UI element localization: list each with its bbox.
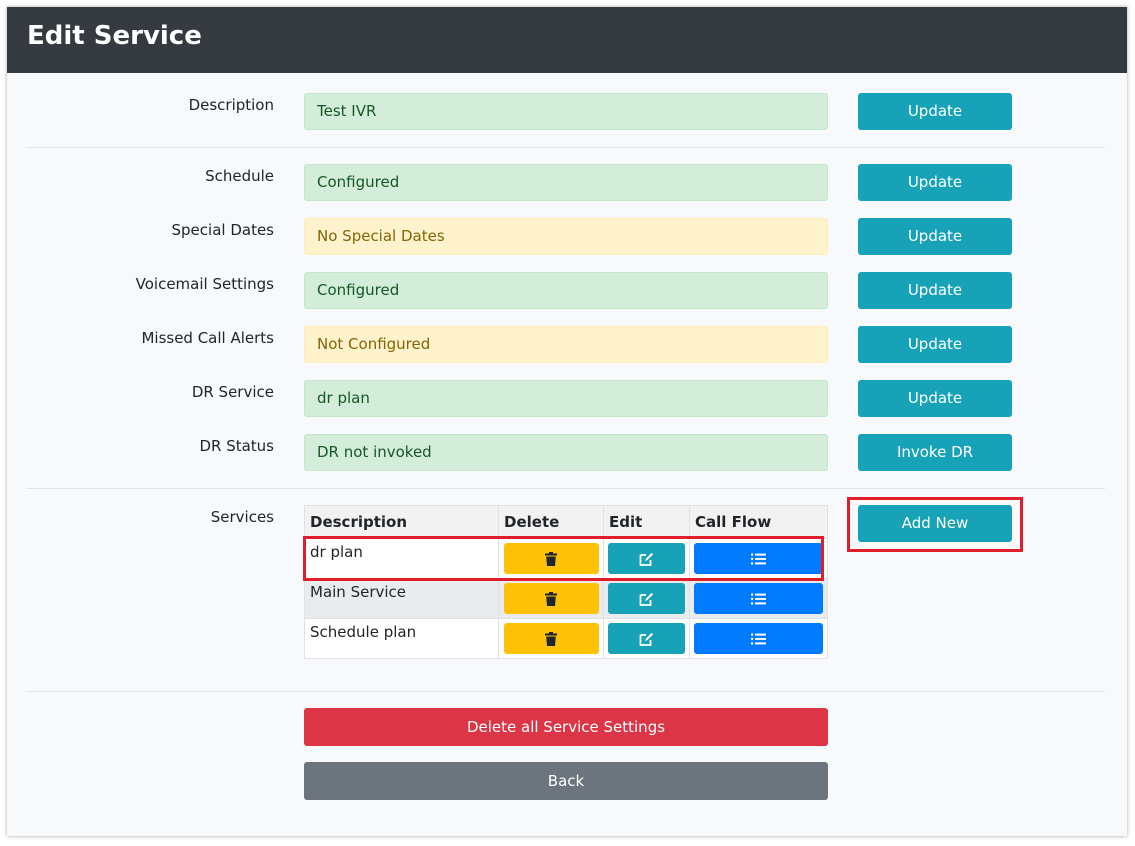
description-field: Test IVR bbox=[304, 93, 828, 130]
divider bbox=[27, 147, 1105, 148]
edit-service-button[interactable] bbox=[608, 543, 685, 574]
schedule-field: Configured bbox=[304, 164, 828, 201]
schedule-label: Schedule bbox=[205, 167, 274, 185]
call-flow-cell bbox=[689, 618, 828, 659]
special-dates-label: Special Dates bbox=[171, 221, 274, 239]
column-header-delete: Delete bbox=[498, 505, 604, 539]
column-header-edit: Edit bbox=[603, 505, 690, 539]
call-flow-cell bbox=[689, 538, 828, 579]
missed-call-alerts-field: Not Configured bbox=[304, 326, 828, 363]
list-icon bbox=[751, 633, 766, 644]
voicemail-settings-label: Voicemail Settings bbox=[135, 275, 274, 293]
delete-service-button[interactable] bbox=[503, 623, 599, 654]
call-flow-button[interactable] bbox=[694, 543, 823, 574]
missed-call-alerts-update-button[interactable]: Update bbox=[858, 326, 1012, 363]
service-description: dr plan bbox=[304, 538, 499, 579]
page-title: Edit Service bbox=[27, 21, 202, 51]
back-button[interactable]: Back bbox=[304, 762, 828, 800]
edit-cell bbox=[603, 538, 690, 579]
delete-cell bbox=[498, 618, 604, 659]
column-header-description: Description bbox=[304, 505, 499, 539]
call-flow-cell bbox=[689, 578, 828, 619]
service-description: Main Service bbox=[304, 578, 499, 619]
delete-service-button[interactable] bbox=[503, 543, 599, 574]
voicemail-settings-field: Configured bbox=[304, 272, 828, 309]
edit-cell bbox=[603, 578, 690, 619]
description-update-button[interactable]: Update bbox=[858, 93, 1012, 130]
divider bbox=[27, 488, 1105, 489]
edit-icon bbox=[639, 552, 653, 566]
edit-service-button[interactable] bbox=[608, 583, 685, 614]
edit-icon bbox=[639, 632, 653, 646]
table-row: dr plan bbox=[304, 538, 828, 579]
dr-status-field: DR not invoked bbox=[304, 434, 828, 471]
list-icon bbox=[751, 593, 766, 604]
edit-cell bbox=[603, 618, 690, 659]
dr-service-field: dr plan bbox=[304, 380, 828, 417]
delete-service-button[interactable] bbox=[503, 583, 599, 614]
schedule-update-button[interactable]: Update bbox=[858, 164, 1012, 201]
card-header: Edit Service bbox=[7, 7, 1127, 73]
special-dates-update-button[interactable]: Update bbox=[858, 218, 1012, 255]
dr-service-update-button[interactable]: Update bbox=[858, 380, 1012, 417]
service-description: Schedule plan bbox=[304, 618, 499, 659]
dr-status-label: DR Status bbox=[199, 437, 274, 455]
description-label: Description bbox=[188, 96, 274, 114]
list-icon bbox=[751, 553, 766, 564]
special-dates-field: No Special Dates bbox=[304, 218, 828, 255]
trash-icon bbox=[545, 591, 557, 606]
delete-all-settings-button[interactable]: Delete all Service Settings bbox=[304, 708, 828, 746]
table-row: Schedule plan bbox=[304, 618, 828, 659]
divider bbox=[27, 691, 1105, 692]
missed-call-alerts-label: Missed Call Alerts bbox=[141, 329, 274, 347]
delete-cell bbox=[498, 578, 604, 619]
dr-service-label: DR Service bbox=[191, 383, 274, 401]
voicemail-update-button[interactable]: Update bbox=[858, 272, 1012, 309]
edit-service-card: Edit Service Description Test IVR Update… bbox=[7, 7, 1127, 836]
edit-service-button[interactable] bbox=[608, 623, 685, 654]
delete-cell bbox=[498, 538, 604, 579]
trash-icon bbox=[545, 631, 557, 646]
services-table: Description Delete Edit Call Flow dr pla… bbox=[304, 505, 828, 659]
column-header-call-flow: Call Flow bbox=[689, 505, 828, 539]
call-flow-button[interactable] bbox=[694, 623, 823, 654]
table-row: Main Service bbox=[304, 578, 828, 619]
table-header-row: Description Delete Edit Call Flow bbox=[304, 505, 828, 539]
invoke-dr-button[interactable]: Invoke DR bbox=[858, 434, 1012, 471]
add-new-service-button[interactable]: Add New bbox=[858, 505, 1012, 542]
services-label: Services bbox=[210, 508, 274, 526]
call-flow-button[interactable] bbox=[694, 583, 823, 614]
edit-icon bbox=[639, 592, 653, 606]
trash-icon bbox=[545, 551, 557, 566]
